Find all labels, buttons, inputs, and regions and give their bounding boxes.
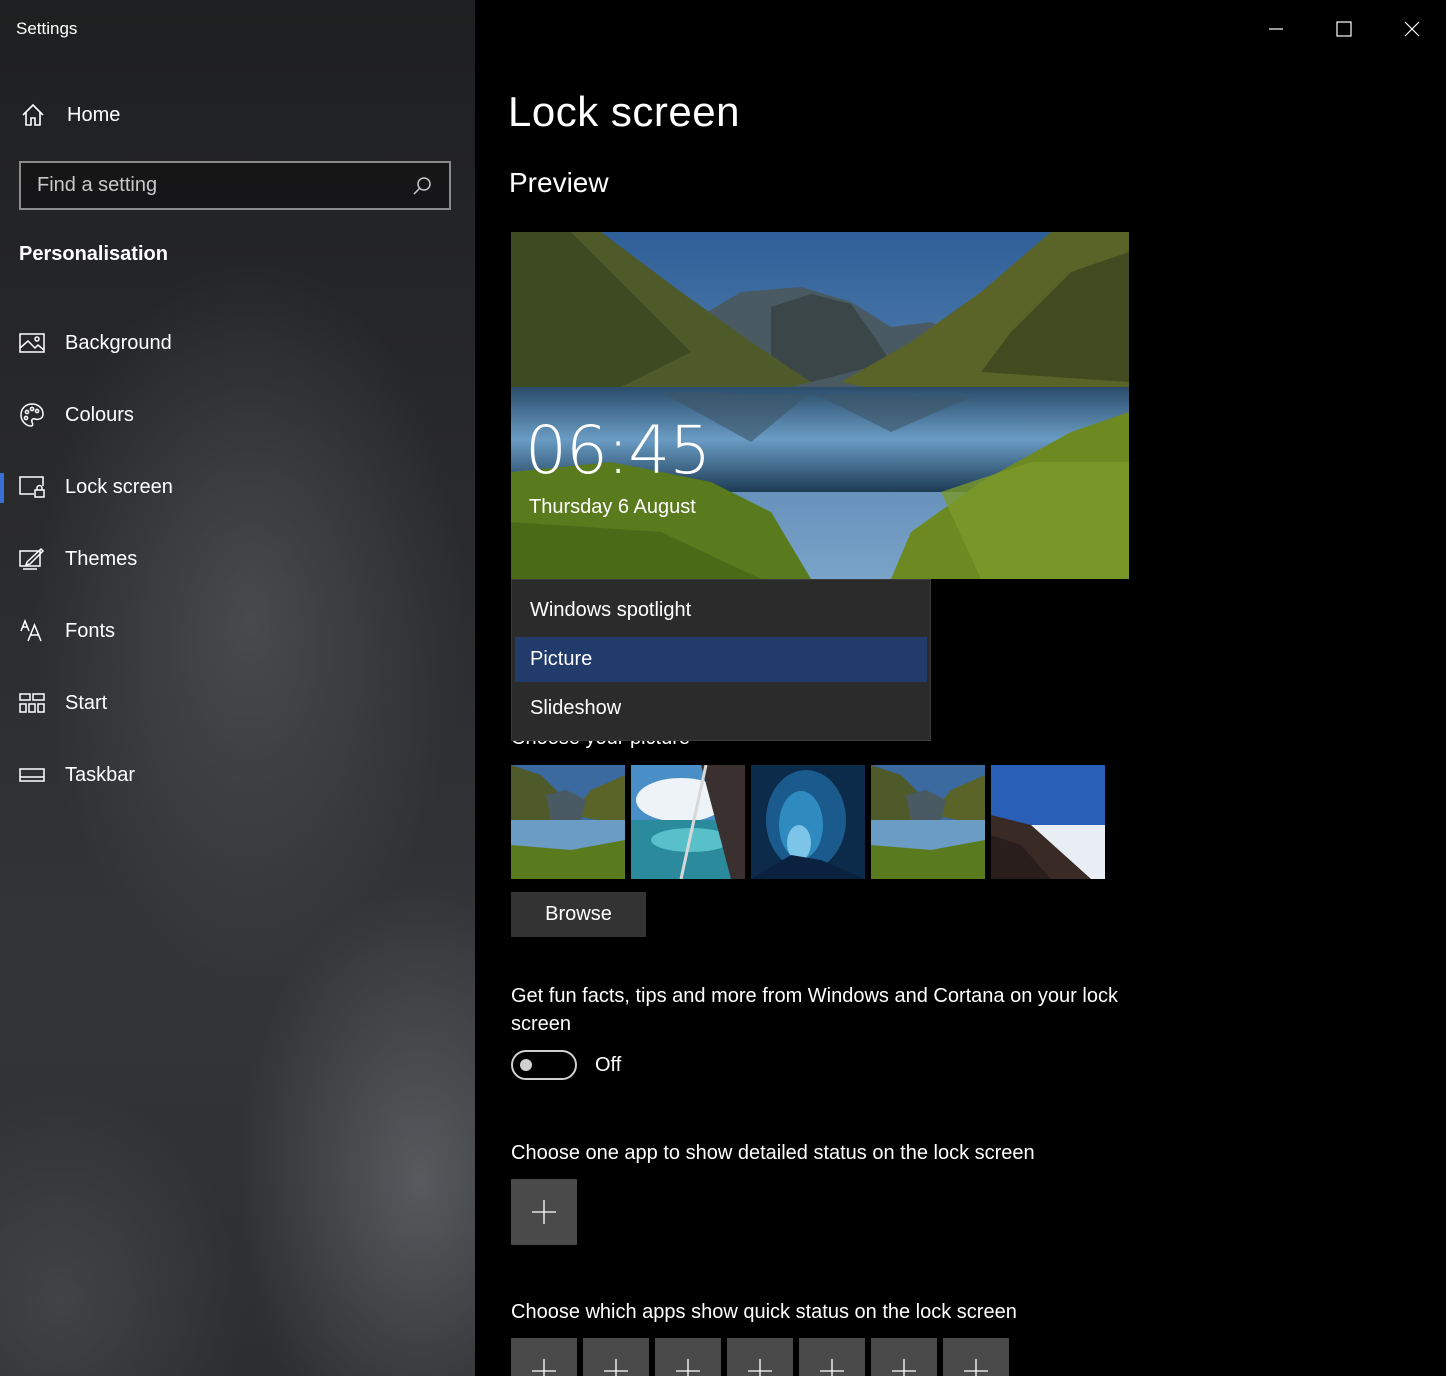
add-quick-status-app-button[interactable] (511, 1338, 577, 1376)
close-button[interactable] (1378, 0, 1446, 58)
sidebar-item-label: Taskbar (65, 763, 136, 786)
sidebar-item-label: Lock screen (65, 475, 173, 498)
main-panel: Lock screen Preview 06:45 Thursday 6 Aug… (475, 0, 1446, 1376)
themes-icon (19, 546, 45, 572)
quick-status-label: Choose which apps show quick status on t… (511, 1301, 1017, 1323)
sidebar-item-themes[interactable]: Themes (0, 523, 475, 595)
minimize-icon (1269, 28, 1283, 30)
tips-toggle[interactable] (511, 1050, 577, 1080)
preview-clock: 06:45 (525, 412, 711, 489)
thumbnail-mountain-ridge[interactable] (991, 765, 1105, 879)
maximize-icon (1336, 21, 1352, 37)
sidebar-nav: Background Colours Lock screen Themes Fo… (0, 307, 475, 811)
dropdown-option-windows-spotlight[interactable]: Windows spotlight (515, 588, 927, 633)
page-title: Lock screen (508, 88, 740, 135)
browse-button[interactable]: Browse (511, 892, 646, 937)
tips-description: Get fun facts, tips and more from Window… (511, 985, 1118, 1035)
thumbnail-aerial-ocean[interactable] (631, 765, 745, 879)
add-detailed-status-app-button[interactable] (511, 1179, 577, 1245)
plus-icon (676, 1359, 700, 1376)
preview-heading: Preview (509, 167, 609, 198)
plus-icon (532, 1200, 556, 1224)
search-input[interactable] (37, 174, 411, 197)
add-quick-status-app-button[interactable] (655, 1338, 721, 1376)
thumbnail-lake-mountains-2[interactable] (871, 765, 985, 879)
minimize-button[interactable] (1242, 0, 1310, 58)
detailed-status-label: Choose one app to show detailed status o… (511, 1142, 1035, 1164)
sidebar-item-fonts[interactable]: Fonts (0, 595, 475, 667)
search-box[interactable] (19, 161, 451, 210)
add-quick-status-app-button[interactable] (799, 1338, 865, 1376)
dropdown-option-slideshow[interactable]: Slideshow (515, 686, 927, 731)
window-controls (1242, 0, 1446, 60)
app-title: Settings (16, 19, 78, 38)
sidebar-item-lock-screen[interactable]: Lock screen (0, 451, 475, 523)
plus-icon (892, 1359, 916, 1376)
lock-screen-preview: 06:45 Thursday 6 August (511, 232, 1129, 579)
home-icon (19, 101, 47, 129)
sidebar-item-background[interactable]: Background (0, 307, 475, 379)
section-heading: Personalisation (19, 243, 168, 265)
plus-icon (820, 1359, 844, 1376)
plus-icon (604, 1359, 628, 1376)
lock-screen-icon (19, 474, 45, 500)
sidebar: Settings Home Personalisation (0, 0, 475, 1376)
home-button[interactable]: Home (19, 96, 459, 134)
plus-icon (532, 1359, 556, 1376)
sidebar-item-label: Themes (65, 547, 138, 570)
thumbnail-lake-mountains[interactable] (511, 765, 625, 879)
sidebar-item-label: Fonts (65, 619, 116, 642)
preview-landscape-image (511, 232, 1129, 579)
picture-thumbnails (511, 765, 1105, 879)
add-quick-status-app-button[interactable] (943, 1338, 1009, 1376)
background-dropdown-list[interactable]: Windows spotlight Picture Slideshow (511, 579, 931, 741)
sidebar-item-start[interactable]: Start (0, 667, 475, 739)
quick-status-app-row (511, 1338, 1009, 1376)
sidebar-item-label: Background (65, 331, 172, 354)
dropdown-option-picture[interactable]: Picture (515, 637, 927, 682)
toggle-state-label: Off (595, 1054, 622, 1076)
search-icon[interactable] (411, 175, 433, 197)
maximize-button[interactable] (1310, 0, 1378, 58)
toggle-knob (520, 1059, 532, 1071)
home-label: Home (67, 103, 121, 126)
add-quick-status-app-button[interactable] (727, 1338, 793, 1376)
add-quick-status-app-button[interactable] (871, 1338, 937, 1376)
close-icon (1404, 21, 1420, 37)
preview-date: Thursday 6 August (529, 496, 696, 518)
plus-icon (964, 1359, 988, 1376)
sidebar-item-colours[interactable]: Colours (0, 379, 475, 451)
plus-icon (748, 1359, 772, 1376)
sidebar-item-taskbar[interactable]: Taskbar (0, 739, 475, 811)
sidebar-item-label: Start (65, 691, 108, 714)
add-quick-status-app-button[interactable] (583, 1338, 649, 1376)
picture-icon (19, 330, 45, 356)
thumbnail-ice-cave[interactable] (751, 765, 865, 879)
sidebar-item-label: Colours (65, 403, 134, 426)
palette-icon (19, 402, 45, 428)
fonts-icon (19, 618, 45, 644)
taskbar-icon (19, 762, 45, 788)
start-icon (19, 690, 45, 716)
